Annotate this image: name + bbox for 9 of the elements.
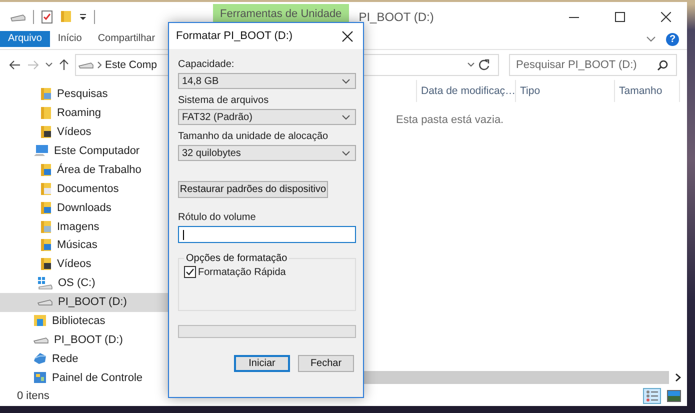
field-label: Capacidade: <box>178 59 236 70</box>
field-label: Sistema de arquivos <box>178 95 270 106</box>
empty-folder-message: Esta pasta está vazia. <box>396 114 505 126</box>
group-title: Opções de formatação <box>185 253 288 264</box>
status-text: 0 itens <box>17 390 50 402</box>
field-label: Tamanho da unidade de alocação <box>178 131 330 142</box>
field-label: Rótulo do volume <box>178 212 257 223</box>
dialog-title: Formatar PI_BOOT (D:) <box>176 30 293 42</box>
window-title: PI_BOOT (D:) <box>358 10 434 24</box>
